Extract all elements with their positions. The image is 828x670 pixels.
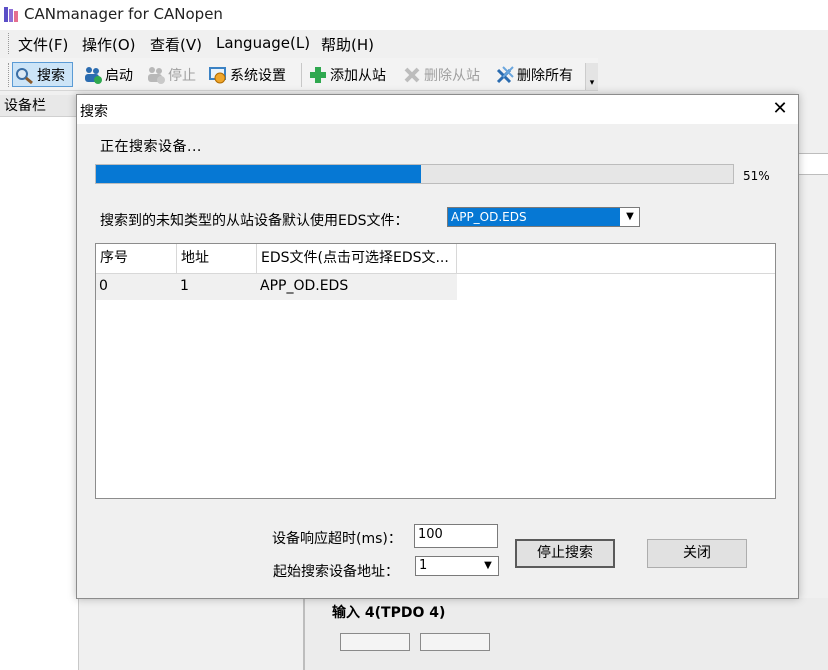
default-eds-value: APP_OD.EDS: [448, 208, 620, 226]
dropdown-arrow-icon[interactable]: ▼: [621, 208, 639, 226]
settings-icon: [208, 65, 228, 85]
timeout-input[interactable]: 100: [414, 524, 498, 548]
stop-icon: [146, 65, 166, 85]
menu-operate[interactable]: 操作(O): [82, 34, 136, 55]
timeout-label: 设备响应超时(ms)：: [272, 531, 402, 547]
column-header-address[interactable]: 地址: [177, 244, 257, 273]
toolbar-separator: [301, 63, 302, 87]
table-cell-eds-file[interactable]: APP_OD.EDS: [260, 278, 348, 294]
menu-file[interactable]: 文件(F): [18, 34, 68, 55]
dropdown-arrow-icon[interactable]: ▼: [478, 557, 498, 575]
tpdo4-field-1[interactable]: [340, 633, 410, 651]
search-status-text: 正在搜索设备...: [100, 139, 202, 155]
system-settings-button[interactable]: 系统设置: [208, 62, 286, 87]
column-header-eds-file[interactable]: EDS文件(点击可选择EDS文...: [257, 244, 457, 273]
table-cell-index: 0: [99, 278, 108, 294]
dialog-title-bar: [77, 95, 798, 124]
menu-grip: [8, 33, 11, 54]
progress-percent: 51%: [743, 169, 770, 183]
menu-view[interactable]: 查看(V): [150, 34, 202, 55]
start-address-label: 起始搜索设备地址：: [273, 564, 399, 580]
stop-button[interactable]: 停止: [146, 62, 196, 87]
start-button[interactable]: 启动: [83, 62, 133, 87]
stop-search-button[interactable]: 停止搜索: [515, 539, 615, 568]
table-cell-address: 1: [180, 278, 189, 294]
close-button[interactable]: 关闭: [647, 539, 747, 568]
delete-icon: [402, 65, 422, 85]
start-icon: [83, 65, 103, 85]
search-icon: [15, 65, 35, 85]
search-progress-bar: [95, 164, 734, 184]
tpdo4-field-2[interactable]: [420, 633, 490, 651]
tpdo4-section-label: 输入 4(TPDO 4): [332, 605, 446, 621]
delete-all-icon: [495, 65, 515, 85]
background-field: [799, 153, 828, 175]
window-title: CANmanager for CANopen: [24, 5, 223, 23]
menu-language[interactable]: Language(L): [216, 34, 310, 52]
add-icon: [308, 65, 328, 85]
menu-help[interactable]: 帮助(H): [321, 34, 374, 55]
toolbar-overflow-icon[interactable]: ▾: [585, 63, 598, 90]
delete-slave-button[interactable]: 删除从站: [402, 62, 480, 87]
dialog-title: 搜索: [80, 104, 108, 120]
app-logo-icon: [4, 6, 18, 23]
progress-fill: [96, 165, 421, 183]
delete-all-button[interactable]: 删除所有: [495, 62, 573, 87]
default-eds-label: 搜索到的未知类型的从站设备默认使用EDS文件：: [100, 213, 409, 229]
toolbar-grip: [8, 63, 11, 87]
column-header-index[interactable]: 序号: [96, 244, 177, 273]
search-button[interactable]: 搜索: [12, 62, 73, 87]
add-slave-button[interactable]: 添加从站: [308, 62, 386, 87]
device-panel-title: 设备栏: [0, 95, 78, 117]
device-tree-panel[interactable]: [0, 117, 79, 670]
close-icon[interactable]: ✕: [770, 98, 790, 120]
